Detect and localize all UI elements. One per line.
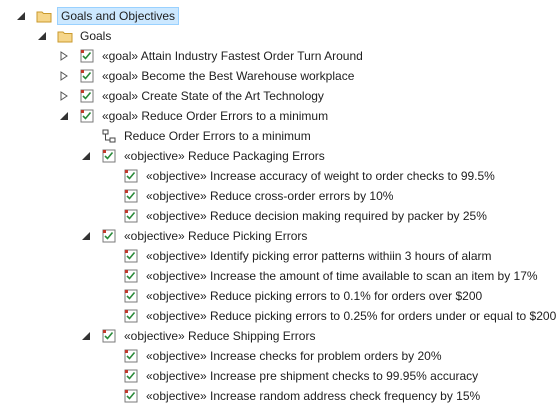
requirement-icon (123, 308, 139, 324)
requirement-icon (101, 148, 117, 164)
tree-node-label: «objective» Increase accuracy of weight … (146, 169, 495, 183)
tree-node-objective[interactable]: «objective» Increase random address chec… (0, 386, 559, 406)
folder-icon (36, 8, 52, 24)
requirement-icon (79, 108, 95, 124)
tree-node-label: Reduce Order Errors to a minimum (124, 129, 311, 143)
requirement-icon (123, 288, 139, 304)
tree-node-label: «objective» Increase checks for problem … (146, 349, 442, 363)
tree-node-goal[interactable]: «goal» Attain Industry Fastest Order Tur… (0, 46, 559, 66)
tree-node-objective[interactable]: «objective» Reduce Packaging Errors (0, 146, 559, 166)
tree-node-objective[interactable]: «objective» Reduce cross-order errors by… (0, 186, 559, 206)
tree-node-diagram[interactable]: Reduce Order Errors to a minimum (0, 126, 559, 146)
tree-node-label: Goals (80, 29, 112, 43)
tree-node-objective[interactable]: «objective» Reduce picking errors to 0.2… (0, 306, 559, 326)
tree-node-objective[interactable]: «objective» Increase pre shipment checks… (0, 366, 559, 386)
expand-arrow-icon[interactable] (59, 71, 69, 81)
tree-node-goals[interactable]: Goals (0, 26, 559, 46)
expand-arrow-icon[interactable] (59, 51, 69, 61)
tree-node-label: «objective» Reduce picking errors to 0.2… (146, 309, 557, 323)
collapse-arrow-icon[interactable] (81, 331, 91, 341)
tree-node-label: «objective» Increase pre shipment checks… (146, 369, 479, 383)
tree-node-label: «objective» Reduce Picking Errors (124, 229, 308, 243)
requirement-icon (123, 168, 139, 184)
requirement-icon (79, 68, 95, 84)
tree-node-label: «objective» Reduce picking errors to 0.1… (146, 289, 483, 303)
requirement-icon (101, 228, 117, 244)
project-browser-tree: Goals and Objectives Goals «goal» Attain… (0, 0, 559, 410)
requirement-icon (123, 248, 139, 264)
collapse-arrow-icon[interactable] (37, 31, 47, 41)
requirement-icon (101, 328, 117, 344)
tree-node-objective[interactable]: «objective» Reduce decision making requi… (0, 206, 559, 226)
requirement-icon (123, 388, 139, 404)
tree-node-objective[interactable]: «objective» Increase accuracy of weight … (0, 166, 559, 186)
tree-node-label: «objective» Increase the amount of time … (146, 269, 538, 283)
collapse-arrow-icon[interactable] (81, 231, 91, 241)
expand-arrow-icon[interactable] (59, 91, 69, 101)
collapse-arrow-icon[interactable] (81, 151, 91, 161)
tree-node-goals-and-objectives[interactable]: Goals and Objectives (0, 6, 559, 26)
tree-node-objective[interactable]: «objective» Increase checks for problem … (0, 346, 559, 366)
tree-node-label: «goal» Attain Industry Fastest Order Tur… (102, 49, 363, 63)
tree-node-objective[interactable]: «objective» Reduce picking errors to 0.1… (0, 286, 559, 306)
tree-node-label: «objective» Reduce decision making requi… (146, 209, 487, 223)
tree-node-objective[interactable]: «objective» Identify picking error patte… (0, 246, 559, 266)
tree-node-label: Goals and Objectives (57, 7, 180, 25)
requirement-icon (123, 348, 139, 364)
tree-node-label: «goal» Reduce Order Errors to a minimum (102, 109, 329, 123)
tree-node-label: «goal» Become the Best Warehouse workpla… (102, 69, 355, 83)
tree-node-label: «goal» Create State of the Art Technolog… (102, 89, 324, 103)
tree-node-label: «objective» Reduce cross-order errors by… (146, 189, 394, 203)
tree-node-objective[interactable]: «objective» Reduce Picking Errors (0, 226, 559, 246)
requirement-icon (123, 368, 139, 384)
requirement-icon (123, 208, 139, 224)
tree-node-goal[interactable]: «goal» Reduce Order Errors to a minimum (0, 106, 559, 126)
folder-icon (57, 28, 73, 44)
collapse-arrow-icon[interactable] (59, 111, 69, 121)
requirement-icon (79, 48, 95, 64)
tree-node-objective[interactable]: «objective» Increase the amount of time … (0, 266, 559, 286)
tree-node-goal[interactable]: «goal» Become the Best Warehouse workpla… (0, 66, 559, 86)
diagram-icon (101, 128, 117, 144)
requirement-icon (123, 188, 139, 204)
requirement-icon (123, 268, 139, 284)
tree-node-label: «objective» Identify picking error patte… (146, 249, 492, 263)
tree-node-label: «objective» Reduce Packaging Errors (124, 149, 325, 163)
tree-node-label: «objective» Reduce Shipping Errors (124, 329, 316, 343)
tree-node-goal[interactable]: «goal» Create State of the Art Technolog… (0, 86, 559, 106)
tree-node-objective[interactable]: «objective» Reduce Shipping Errors (0, 326, 559, 346)
collapse-arrow-icon[interactable] (16, 11, 26, 21)
tree-node-label: «objective» Increase random address chec… (146, 389, 481, 403)
requirement-icon (79, 88, 95, 104)
